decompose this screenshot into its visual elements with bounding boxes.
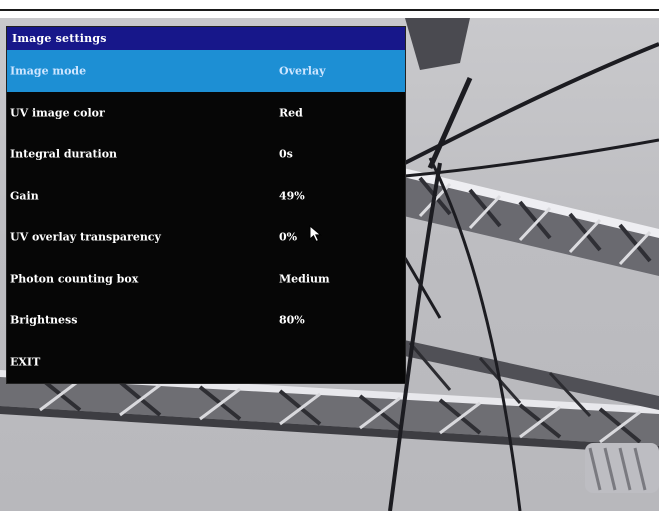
image-settings-menu: Image settings Image mode Overlay UV ima… <box>7 27 405 383</box>
upper-truss-beam <box>395 166 659 276</box>
menu-item-label: Photon counting box <box>10 272 139 286</box>
menu-item-integral-duration[interactable]: Integral duration 0s <box>7 134 405 176</box>
uv-camera-screen: Image settings Image mode Overlay UV ima… <box>0 0 659 511</box>
menu-item-uv-overlay-transparency[interactable]: UV overlay transparency 0% <box>7 217 405 259</box>
menu-item-value: Red <box>279 106 303 120</box>
menu-item-value: 0% <box>279 230 298 244</box>
menu-item-label: Brightness <box>10 313 78 327</box>
menu-item-value: 0s <box>279 147 293 161</box>
menu-item-uv-image-color[interactable]: UV image color Red <box>7 92 405 134</box>
menu-item-label: UV overlay transparency <box>10 230 161 244</box>
menu-item-label: Gain <box>10 189 39 203</box>
menu-item-label: EXIT <box>10 355 41 369</box>
menu-item-value: 80% <box>279 313 305 327</box>
menu-title: Image settings <box>7 27 405 50</box>
menu-item-value: Overlay <box>279 64 326 78</box>
insulator-string <box>585 443 659 493</box>
menu-item-label: UV image color <box>10 106 105 120</box>
clamp-hardware <box>405 18 470 70</box>
menu-item-gain[interactable]: Gain 49% <box>7 175 405 217</box>
menu-item-image-mode[interactable]: Image mode Overlay <box>7 50 405 92</box>
menu-item-value: 49% <box>279 189 305 203</box>
menu-item-brightness[interactable]: Brightness 80% <box>7 300 405 342</box>
top-divider <box>0 9 659 11</box>
menu-item-label: Integral duration <box>10 147 118 161</box>
menu-item-value: Medium <box>279 272 330 286</box>
menu-item-photon-counting-box[interactable]: Photon counting box Medium <box>7 258 405 300</box>
menu-item-exit[interactable]: EXIT <box>7 341 405 383</box>
mouse-pointer-icon <box>309 225 322 243</box>
menu-item-label: Image mode <box>10 64 87 78</box>
